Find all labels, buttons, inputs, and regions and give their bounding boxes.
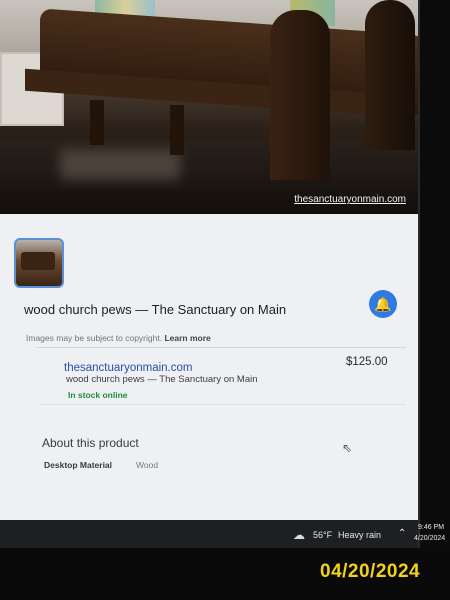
clock-time[interactable]: 9:46 PM	[418, 524, 444, 531]
bell-plus-icon: 🔔	[374, 295, 392, 312]
browser-screen: thesanctuaryonmain.com wood church pews …	[0, 0, 420, 548]
image-thumbnail[interactable]	[14, 238, 64, 288]
taskbar: ☁ 56°F Heavy rain ⌃	[0, 520, 418, 548]
weather-condition[interactable]: Heavy rain	[338, 530, 381, 540]
pew-leg	[90, 100, 104, 145]
pew-end-panel	[365, 0, 415, 150]
weather-temperature[interactable]: 56°F	[313, 530, 332, 540]
divider	[40, 404, 406, 405]
rain-cloud-icon[interactable]: ☁	[293, 528, 305, 542]
offer-price: $125.00	[346, 356, 388, 368]
pew-thumbnail-shape	[21, 252, 55, 270]
stock-status: In stock online	[68, 390, 128, 400]
pew-end-panel	[270, 10, 330, 180]
divider	[36, 347, 406, 348]
copyright-notice: Images may be subject to copyright. Lear…	[26, 333, 211, 343]
floor-reflection	[60, 150, 180, 180]
product-title: wood church pews — The Sanctuary on Main	[24, 302, 287, 317]
tray-chevron-up-icon[interactable]: ⌃	[398, 528, 406, 539]
offer-site-link[interactable]: thesanctuaryonmain.com	[64, 362, 192, 374]
spec-label: Desktop Material	[44, 460, 113, 470]
product-image[interactable]	[0, 0, 418, 214]
photo-date-stamp: 04/20/2024	[320, 561, 421, 582]
pew-leg	[170, 105, 184, 155]
clock-date[interactable]: 4/20/2024	[414, 535, 445, 542]
price-alert-button[interactable]: 🔔	[369, 290, 397, 318]
image-source-link[interactable]: thesanctuaryonmain.com	[294, 194, 406, 205]
copyright-text: Images may be subject to copyright.	[26, 333, 163, 343]
spec-value: Wood	[136, 460, 159, 470]
offer-description: wood church pews — The Sanctuary on Main	[66, 374, 258, 385]
mouse-cursor-icon: ⇖	[342, 441, 353, 455]
learn-more-link[interactable]: Learn more	[164, 333, 210, 343]
about-heading: About this product	[42, 436, 139, 450]
